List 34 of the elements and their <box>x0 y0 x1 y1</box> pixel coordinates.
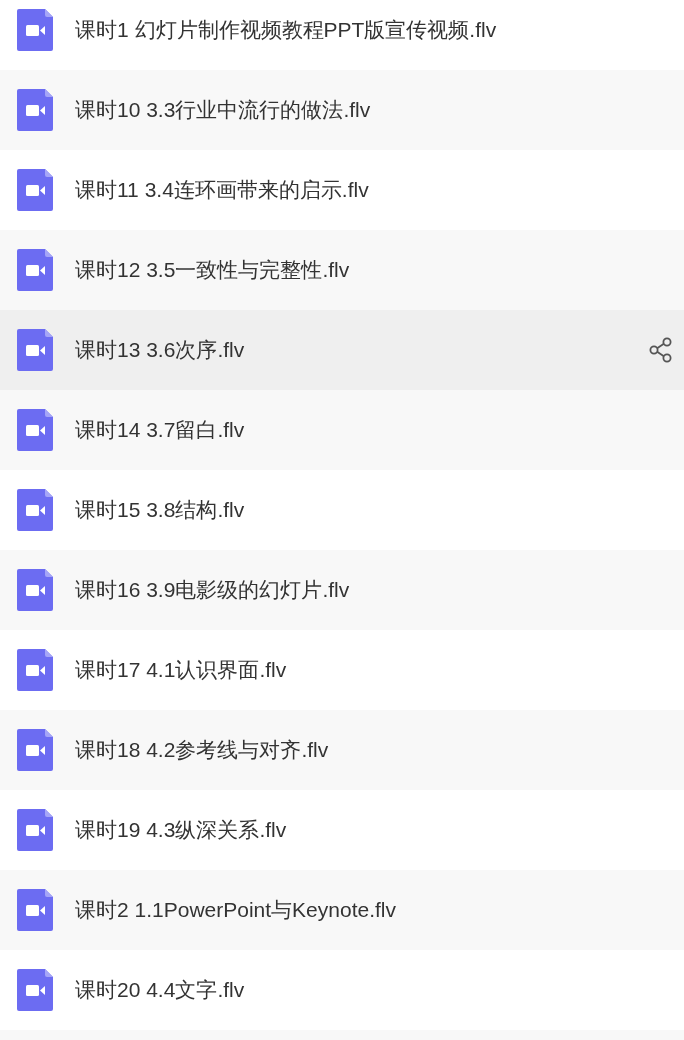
video-file-icon <box>17 569 53 611</box>
file-name: 课时12 3.5一致性与完整性.flv <box>75 257 351 284</box>
file-row[interactable]: 课时18 4.2参考线与对齐.flv <box>0 710 684 790</box>
file-row[interactable]: 课时14 3.7留白.flv <box>0 390 684 470</box>
file-row[interactable]: 课时10 3.3行业中流行的做法.flv <box>0 70 684 150</box>
file-row[interactable]: 课时12 3.5一致性与完整性.flv <box>0 230 684 310</box>
file-row[interactable]: 课时2 1.1PowerPoint与Keynote.flv <box>0 870 684 950</box>
video-file-icon <box>17 649 53 691</box>
file-name: 课时16 3.9电影级的幻灯片.flv <box>75 577 351 604</box>
file-name: 课时13 3.6次序.flv <box>75 337 246 364</box>
video-file-icon <box>17 489 53 531</box>
video-file-icon <box>17 9 53 51</box>
file-name: 课时10 3.3行业中流行的做法.flv <box>75 97 372 124</box>
file-name: 课时17 4.1认识界面.flv <box>75 657 288 684</box>
file-name: 课时14 3.7留白.flv <box>75 417 246 444</box>
file-row[interactable]: 课时16 3.9电影级的幻灯片.flv <box>0 550 684 630</box>
file-name: 课时19 4.3纵深关系.flv <box>75 817 288 844</box>
video-file-icon <box>17 249 53 291</box>
video-file-icon <box>17 889 53 931</box>
video-file-icon <box>17 89 53 131</box>
video-file-icon <box>17 729 53 771</box>
file-name: 课时11 3.4连环画带来的启示.flv <box>75 177 370 204</box>
video-file-icon <box>17 329 53 371</box>
video-file-icon <box>17 969 53 1011</box>
share-icon[interactable] <box>648 337 674 363</box>
file-name: 课时20 4.4文字.flv <box>75 977 246 1004</box>
video-file-icon <box>17 169 53 211</box>
video-file-icon <box>17 409 53 451</box>
file-name: 课时18 4.2参考线与对齐.flv <box>75 737 330 764</box>
file-name: 课时1 幻灯片制作视频教程PPT版宣传视频.flv <box>75 17 498 44</box>
file-name: 课时15 3.8结构.flv <box>75 497 246 524</box>
video-file-icon <box>17 809 53 851</box>
file-name: 课时2 1.1PowerPoint与Keynote.flv <box>75 897 397 924</box>
file-row[interactable]: 课时13 3.6次序.flv <box>0 310 684 390</box>
